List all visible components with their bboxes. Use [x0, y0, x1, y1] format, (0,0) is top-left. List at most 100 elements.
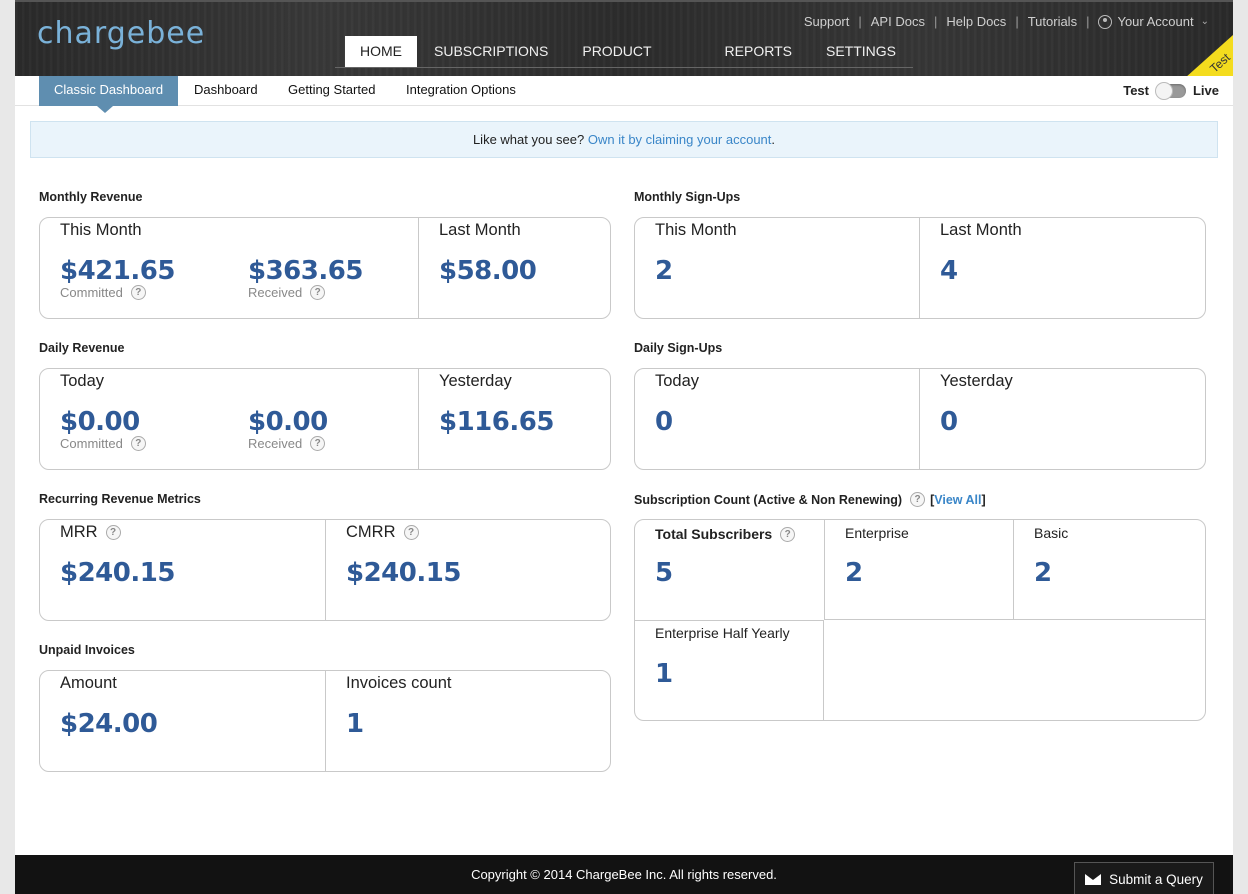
last-month-revenue-cell: Last Month $58.00: [418, 218, 610, 318]
this-month-signups-cell: This Month 2: [635, 218, 919, 318]
this-month-revenue-cell: This Month $421.65 Committed? $363.65 Re…: [40, 218, 418, 318]
basic-cell: Basic 2: [1013, 520, 1205, 620]
chargebee-logo[interactable]: chargebee: [37, 16, 205, 51]
enterprise-half-yearly-cell: Enterprise Half Yearly 1: [635, 620, 824, 720]
invoices-count-value: 1: [346, 709, 364, 739]
tab-integration-options[interactable]: Integration Options: [406, 76, 516, 104]
monthly-signups-card: This Month 2 Last Month 4: [634, 217, 1206, 319]
help-icon[interactable]: ?: [310, 436, 326, 451]
separator: |: [933, 14, 938, 29]
today-label: Today: [60, 372, 105, 390]
invoices-count-label: Invoices count: [346, 674, 452, 692]
nav-settings[interactable]: SETTINGS: [809, 36, 913, 67]
unpaid-invoices-title: Unpaid Invoices: [39, 643, 135, 657]
header: chargebee Support | API Docs | Help Docs…: [15, 0, 1233, 76]
mrr-label: MRR: [60, 523, 98, 541]
top-links: Support | API Docs | Help Docs | Tutoria…: [804, 14, 1209, 29]
this-month-label: This Month: [60, 221, 142, 239]
subscription-count-title-row: Subscription Count (Active & Non Renewin…: [634, 492, 986, 507]
yesterday-revenue-cell: Yesterday $116.65: [418, 369, 610, 469]
help-icon[interactable]: ?: [130, 285, 146, 300]
page: chargebee Support | API Docs | Help Docs…: [15, 0, 1233, 894]
cmrr-label: CMRR: [346, 523, 396, 541]
view-all-link[interactable]: View All: [934, 493, 981, 507]
tab-getting-started[interactable]: Getting Started: [288, 76, 375, 104]
nav-reports[interactable]: REPORTS: [708, 36, 809, 67]
amount-cell: Amount $24.00: [40, 671, 325, 771]
cmrr-label-row: CMRR?: [346, 523, 419, 542]
support-link[interactable]: Support: [804, 14, 850, 29]
recurring-revenue-title: Recurring Revenue Metrics: [39, 492, 201, 506]
subscription-count-card: Total Subscribers? 5 Enterprise 2 Basic …: [634, 519, 1206, 721]
copyright-text: Copyright © 2014 ChargeBee Inc. All righ…: [471, 867, 777, 882]
claim-account-link[interactable]: Own it by claiming your account: [588, 132, 772, 147]
daily-committed-value: $0.00: [60, 407, 140, 437]
received-sub: Received?: [248, 285, 326, 300]
committed-label: Committed: [60, 436, 123, 451]
sub-nav: Classic Dashboard Dashboard Getting Star…: [15, 76, 1233, 113]
help-icon[interactable]: ?: [105, 525, 121, 540]
enterprise-cell: Enterprise 2: [824, 520, 1013, 620]
mrr-cell: MRR? $240.15: [40, 520, 325, 620]
help-icon[interactable]: ?: [310, 285, 326, 300]
help-docs-link[interactable]: Help Docs: [946, 14, 1006, 29]
nav-home[interactable]: HOME: [345, 36, 417, 67]
main-nav: HOME SUBSCRIPTIONS PRODUCT CONFIG REPORT…: [335, 36, 913, 76]
daily-revenue-title: Daily Revenue: [39, 341, 125, 355]
invoices-count-cell: Invoices count 1: [325, 671, 610, 771]
total-subscribers-value: 5: [655, 558, 673, 588]
recurring-revenue-card: MRR? $240.15 CMRR? $240.15: [39, 519, 611, 621]
help-icon[interactable]: ?: [910, 492, 926, 507]
committed-sub: Committed?: [60, 285, 146, 300]
daily-revenue-card: Today $0.00 Committed? $0.00 Received? Y…: [39, 368, 611, 470]
help-icon[interactable]: ?: [130, 436, 146, 451]
test-live-toggle[interactable]: Test Live: [1123, 81, 1219, 100]
today-signups-value: 0: [655, 407, 673, 437]
subscription-count-title: Subscription Count (Active & Non Renewin…: [634, 492, 903, 507]
api-docs-link[interactable]: API Docs: [871, 14, 925, 29]
daily-signups-card: Today 0 Yesterday 0: [634, 368, 1206, 470]
enterprise-value-wrap: 2: [825, 520, 1014, 620]
bracket-close: ]: [981, 492, 986, 507]
nav-subscriptions[interactable]: SUBSCRIPTIONS: [417, 36, 565, 67]
submit-query-label: Submit a Query: [1109, 871, 1203, 887]
last-month-label: Last Month: [940, 221, 1022, 239]
last-month-signups-value: 4: [940, 256, 958, 286]
this-month-signups-value: 2: [655, 256, 673, 286]
received-label: Received: [248, 436, 303, 451]
committed-label: Committed: [60, 285, 123, 300]
tab-dashboard[interactable]: Dashboard: [194, 76, 258, 104]
yesterday-label: Yesterday: [940, 372, 1013, 390]
footer: Copyright © 2014 ChargeBee Inc. All righ…: [15, 855, 1233, 894]
last-month-label: Last Month: [439, 221, 521, 239]
last-month-value: $58.00: [439, 256, 537, 286]
committed-value: $421.65: [60, 256, 175, 286]
nav-product-config[interactable]: PRODUCT CONFIG: [565, 36, 707, 76]
enterprise-half-yearly-value: 1: [655, 659, 673, 689]
total-value-wrap: 5: [635, 520, 824, 620]
separator: |: [1015, 14, 1019, 29]
daily-committed-sub: Committed?: [60, 436, 146, 451]
toggle-switch[interactable]: [1154, 81, 1186, 100]
claim-account-banner: Like what you see? Own it by claiming yo…: [30, 121, 1218, 158]
today-label: Today: [655, 372, 700, 390]
monthly-signups-title: Monthly Sign-Ups: [634, 190, 741, 204]
amount-label: Amount: [60, 674, 117, 692]
toggle-test-label: Test: [1123, 83, 1149, 98]
help-icon[interactable]: ?: [403, 525, 419, 540]
today-revenue-cell: Today $0.00 Committed? $0.00 Received?: [40, 369, 418, 469]
basic-value-wrap: 2: [1014, 520, 1205, 620]
tutorials-link[interactable]: Tutorials: [1028, 14, 1077, 29]
submit-query-button[interactable]: Submit a Query: [1074, 862, 1214, 894]
daily-received-sub: Received?: [248, 436, 326, 451]
enterprise-value: 2: [845, 558, 863, 588]
mrr-value: $240.15: [60, 558, 175, 588]
banner-text: Like what you see?: [472, 132, 585, 147]
test-mode-badge: Test: [1181, 2, 1233, 76]
toggle-knob: [1154, 81, 1173, 100]
basic-value: 2: [1034, 558, 1052, 588]
cmrr-value: $240.15: [346, 558, 461, 588]
tab-classic-dashboard[interactable]: Classic Dashboard: [39, 76, 179, 113]
yesterday-revenue-value: $116.65: [439, 407, 554, 437]
envelope-icon: [1085, 873, 1102, 885]
